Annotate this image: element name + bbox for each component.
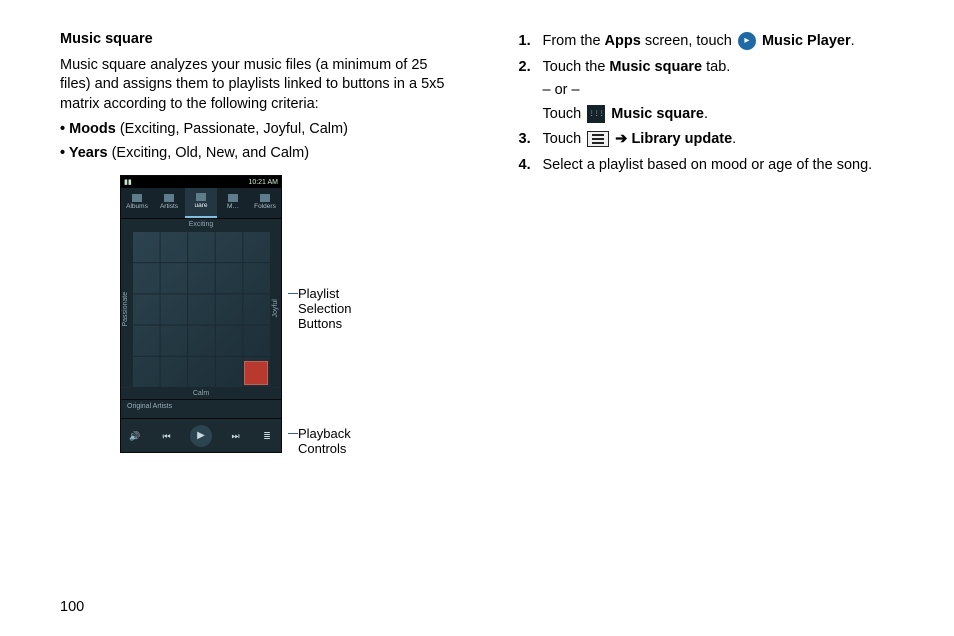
- tab-artists-label: Artists: [160, 203, 178, 212]
- tab-square-label: uare: [194, 202, 207, 211]
- step2-or: – or –: [543, 81, 910, 101]
- section-heading: Music square: [60, 30, 455, 50]
- step1-apps: Apps: [605, 33, 641, 49]
- left-axis-label: Passionate: [121, 230, 131, 388]
- menu-icon: [587, 131, 609, 147]
- artists-icon: [164, 194, 174, 202]
- callout2-line1: Playback: [298, 427, 351, 442]
- step2-ms-label: Music square: [611, 106, 704, 122]
- albums-icon: [132, 194, 142, 202]
- callout-playlist-buttons: Playlist Selection Buttons: [298, 287, 351, 332]
- bullet-moods-rest: (Exciting, Passionate, Joyful, Calm): [116, 121, 348, 137]
- volume-button[interactable]: 🔊: [127, 428, 143, 444]
- tab-albums-label: Albums: [126, 203, 148, 212]
- bullet-years-rest: (Exciting, Old, New, and Calm): [108, 145, 309, 161]
- step3-touch: Touch: [543, 131, 586, 147]
- step2-alt: Touch Music square.: [543, 105, 910, 125]
- top-axis-label: Exciting: [121, 219, 281, 230]
- tab-folders[interactable]: Folders: [249, 188, 281, 218]
- folders-icon: [260, 194, 270, 202]
- step2-text-a: Touch the: [543, 59, 610, 75]
- bullet-years-label: Years: [69, 145, 108, 161]
- callouts: Playlist Selection Buttons Playback Cont…: [290, 175, 410, 453]
- music-player-icon: [738, 32, 756, 50]
- page-number: 100: [60, 598, 84, 618]
- tab-artists[interactable]: Artists: [153, 188, 185, 218]
- phone-screenshot: ▮▮ 10:21 AM Albums Artists uare M… Folde…: [120, 175, 282, 453]
- status-time: 10:21 AM: [248, 178, 278, 187]
- bullet-moods-label: Moods: [69, 121, 116, 137]
- step-3: Touch ➔ Library update.: [515, 130, 910, 150]
- intro-paragraph: Music square analyzes your music files (…: [60, 56, 455, 115]
- playback-controls: 🔊 ⏮ ▶ ⏭ ≣: [121, 418, 281, 452]
- bottom-axis-label: Calm: [121, 388, 281, 399]
- more-icon: [228, 194, 238, 202]
- step2-music-square: Music square: [609, 59, 702, 75]
- tab-more-label: M…: [227, 203, 239, 212]
- step-1: From the Apps screen, touch Music Player…: [515, 32, 910, 52]
- step2-text-c: tab.: [702, 59, 730, 75]
- callout-line3: Buttons: [298, 317, 351, 332]
- list-button[interactable]: ≣: [259, 428, 275, 444]
- step3-library-update: Library update: [631, 131, 732, 147]
- step2-dot: .: [704, 106, 708, 122]
- callout-playback-controls: Playback Controls: [298, 427, 351, 457]
- tab-folders-label: Folders: [254, 203, 276, 212]
- status-bar: ▮▮ 10:21 AM: [121, 176, 281, 188]
- step1-dot: .: [851, 33, 855, 49]
- tab-albums[interactable]: Albums: [121, 188, 153, 218]
- callout-line1: Playlist: [298, 287, 351, 302]
- callout-line2: Selection: [298, 302, 351, 317]
- step3-dot: .: [732, 131, 736, 147]
- instruction-steps: From the Apps screen, touch Music Player…: [515, 32, 910, 175]
- criteria-bullets: Moods (Exciting, Passionate, Joyful, Cal…: [60, 120, 455, 163]
- prev-button[interactable]: ⏮: [159, 428, 175, 444]
- bullet-moods: Moods (Exciting, Passionate, Joyful, Cal…: [60, 120, 455, 140]
- square-icon: [196, 193, 206, 201]
- step4-text: Select a playlist based on mood or age o…: [543, 157, 873, 173]
- step-2: Touch the Music square tab. – or – Touch…: [515, 58, 910, 125]
- status-left: ▮▮: [124, 178, 132, 187]
- next-button[interactable]: ⏭: [228, 428, 244, 444]
- tab-more[interactable]: M…: [217, 188, 249, 218]
- now-playing-bar: Original Artists: [121, 399, 281, 418]
- right-axis-label: Joyful: [271, 230, 281, 388]
- step-4: Select a playlist based on mood or age o…: [515, 156, 910, 176]
- play-button[interactable]: ▶: [190, 425, 212, 447]
- callout2-line2: Controls: [298, 442, 351, 457]
- app-tabs: Albums Artists uare M… Folders: [121, 188, 281, 219]
- playlist-selection-grid[interactable]: [131, 230, 271, 388]
- step1-text-c: screen, touch: [641, 33, 736, 49]
- step1-music-player: Music Player: [762, 33, 851, 49]
- bullet-years: Years (Exciting, Old, New, and Calm): [60, 144, 455, 164]
- step1-text-a: From the: [543, 33, 605, 49]
- arrow-icon: ➔: [611, 131, 631, 147]
- music-square-icon: [587, 105, 605, 123]
- step2-touch: Touch: [543, 106, 586, 122]
- tab-music-square[interactable]: uare: [185, 188, 217, 218]
- album-cover-cell[interactable]: [244, 361, 268, 385]
